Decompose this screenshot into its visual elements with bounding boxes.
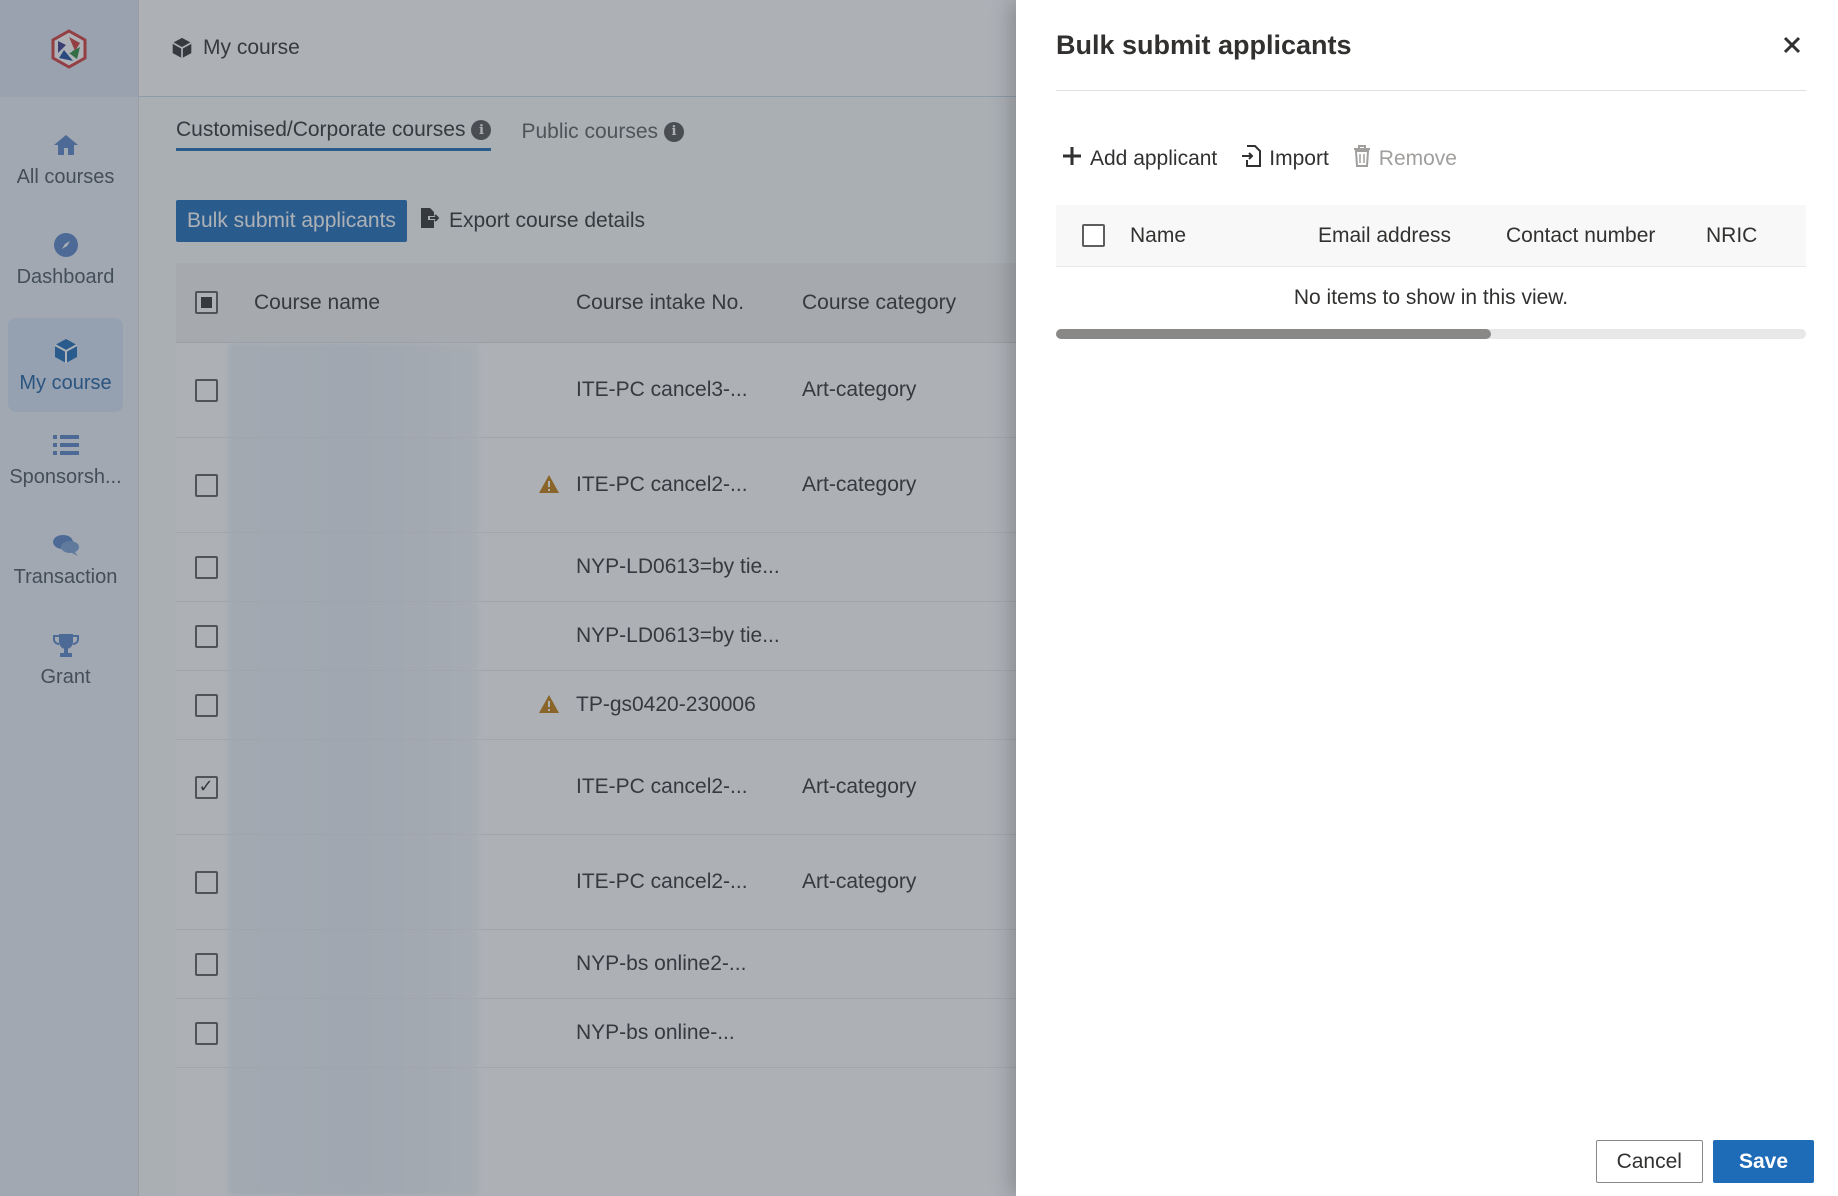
column-header-email[interactable]: Email address (1318, 224, 1506, 248)
save-button[interactable]: Save (1712, 1140, 1814, 1183)
add-applicant-label: Add applicant (1090, 147, 1218, 170)
bulk-submit-panel: Bulk submit applicants Add applicant Imp… (1016, 0, 1838, 1196)
panel-command-bar: Add applicant Import Remove (1062, 145, 1457, 173)
scrollbar-thumb[interactable] (1056, 329, 1491, 339)
modal-overlay[interactable] (0, 0, 1016, 1196)
column-header-nric[interactable]: NRIC (1706, 224, 1806, 248)
remove-button[interactable]: Remove (1353, 145, 1457, 173)
remove-label: Remove (1378, 147, 1457, 170)
empty-state-message: No items to show in this view. (1293, 286, 1569, 309)
select-all-applicants-checkbox[interactable] (1081, 224, 1105, 247)
horizontal-scrollbar[interactable] (1056, 329, 1806, 339)
applicants-table-header: Name Email address Contact number NRIC (1056, 205, 1806, 267)
panel-title: Bulk submit applicants (1056, 29, 1352, 60)
cancel-button[interactable]: Cancel (1595, 1140, 1703, 1183)
plus-icon (1062, 146, 1082, 172)
trash-icon (1353, 145, 1371, 173)
import-icon (1241, 145, 1262, 173)
import-label: Import (1269, 147, 1329, 170)
add-applicant-button[interactable]: Add applicant (1062, 146, 1217, 172)
panel-footer: Cancel Save (1595, 1140, 1814, 1183)
applicants-table: Name Email address Contact number NRIC N… (1056, 205, 1806, 329)
column-header-name[interactable]: Name (1130, 224, 1318, 248)
panel-header: Bulk submit applicants (1056, 0, 1806, 91)
column-header-contact[interactable]: Contact number (1506, 224, 1706, 248)
close-icon[interactable] (1778, 31, 1806, 59)
import-button[interactable]: Import (1241, 145, 1329, 173)
